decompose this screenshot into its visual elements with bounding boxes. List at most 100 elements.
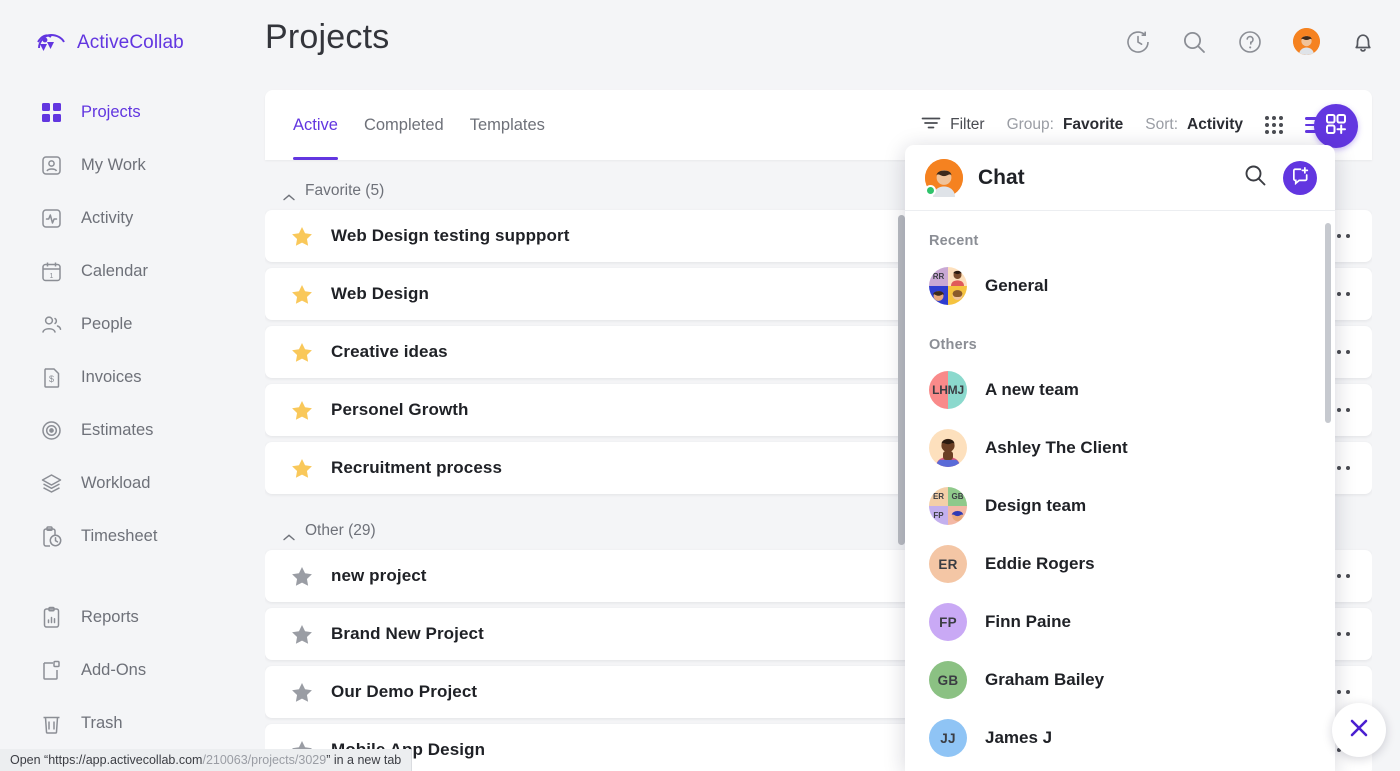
close-chat-button[interactable] [1332,703,1386,757]
chat-panel: Chat Recent [905,145,1335,771]
tab-active[interactable]: Active [293,90,338,160]
avatar: ER [929,545,967,583]
activecollab-logo-icon [36,30,66,56]
list-item[interactable]: ER GB FP Design team [905,477,1335,535]
search-icon[interactable] [1243,163,1267,192]
star-icon[interactable] [291,284,313,305]
filter-button[interactable]: Filter [921,116,984,135]
avatar-quadrant [948,286,967,305]
project-name: Our Demo Project [331,682,477,702]
group-value: Favorite [1063,116,1123,134]
sidebar-item-timesheet[interactable]: Timesheet [0,510,265,563]
star-icon[interactable] [291,400,313,421]
help-icon[interactable] [1237,29,1263,55]
project-name: Recruitment process [331,458,502,478]
sidebar-item-estimates[interactable]: Estimates [0,404,265,457]
sidebar-item-label: Projects [81,103,141,122]
projects-tabs: Active Completed Templates [265,90,545,160]
list-item[interactable]: JJ James J [905,709,1335,767]
pulse-icon [40,207,63,230]
status-prefix: Open “https://app.activecollab.com [10,753,202,767]
group-label: Group: [1007,116,1054,134]
tab-completed[interactable]: Completed [364,90,444,160]
brand-name: ActiveCollab [77,32,184,54]
chat-list[interactable]: Recent RR [905,211,1335,771]
star-icon[interactable] [291,682,313,703]
star-icon[interactable] [291,458,313,479]
avatar-quadrant [948,506,967,525]
new-project-button[interactable] [1314,104,1358,148]
avatar-quadrant: FP [929,506,948,525]
person-box-icon [40,154,63,177]
avatar: JJ [929,719,967,757]
project-name: Personel Growth [331,400,469,420]
group-button[interactable]: Group: Favorite [1007,116,1124,134]
sort-label: Sort: [1145,116,1178,134]
chat-item-label: Eddie Rogers [985,554,1095,574]
svg-text:$: $ [49,374,54,384]
toolbar-controls: Filter Group: Favorite Sort: Activity [921,108,1372,142]
list-item[interactable]: GB Graham Bailey [905,651,1335,709]
avatar-quadrant: GB [948,487,967,506]
projects-scrollbar[interactable] [898,215,905,545]
star-icon[interactable] [291,566,313,587]
star-icon[interactable] [291,342,313,363]
sidebar-item-label: Estimates [81,421,153,440]
search-icon[interactable] [1181,29,1207,55]
new-message-button[interactable] [1283,161,1317,195]
sidebar-item-reports[interactable]: Reports [0,591,265,644]
star-icon[interactable] [291,624,313,645]
people-icon [40,313,63,336]
current-user-avatar[interactable] [925,159,963,197]
tab-templates[interactable]: Templates [470,90,545,160]
calendar-icon: 1 [40,260,63,283]
timer-icon[interactable] [1125,29,1151,55]
sidebar-item-projects[interactable]: Projects [0,86,265,139]
list-item[interactable]: LHMJ A new team [905,361,1335,419]
sidebar-item-workload[interactable]: Workload [0,457,265,510]
app-root: ActiveCollab Projects [0,0,1400,771]
chat-scrollbar[interactable] [1325,223,1331,423]
sidebar-divider [0,563,265,591]
chevron-up-icon [283,188,295,195]
list-item[interactable]: ER Eddie Rogers [905,535,1335,593]
sidebar-item-label: Timesheet [81,527,157,546]
list-item[interactable]: RR [905,257,1335,315]
sidebar-item-calendar[interactable]: 1 Calendar [0,245,265,298]
invoice-icon: $ [40,366,63,389]
sidebar-item-label: Add-Ons [81,661,146,680]
sidebar-item-people[interactable]: People [0,298,265,351]
project-name: Web Design testing suppport [331,226,570,246]
sidebar-nav: Projects My Work [0,86,265,750]
avatar-quadrant [929,286,948,305]
tab-label: Templates [470,116,545,135]
sidebar-item-my-work[interactable]: My Work [0,139,265,192]
project-name: Web Design [331,284,429,304]
new-message-icon [1291,166,1310,190]
layers-icon [40,472,63,495]
sidebar-item-label: Trash [81,714,123,733]
list-item[interactable]: FP Finn Paine [905,593,1335,651]
sidebar-item-add-ons[interactable]: Add-Ons [0,644,265,697]
avatar [929,429,967,467]
filter-icon [921,116,941,135]
svg-text:1: 1 [50,273,54,280]
avatar[interactable] [1293,28,1320,55]
avatar: ER GB FP [929,487,967,525]
chat-item-label: James J [985,728,1052,748]
sidebar-item-trash[interactable]: Trash [0,697,265,750]
bell-icon[interactable] [1350,29,1376,55]
sidebar-item-invoices[interactable]: $ Invoices [0,351,265,404]
sidebar-item-activity[interactable]: Activity [0,192,265,245]
avatar: LHMJ [929,371,967,409]
browser-status-bar: Open “https://app.activecollab.com/21006… [0,749,412,771]
status-path: /210063/projects/3029 [202,753,326,767]
star-icon[interactable] [291,226,313,247]
grid-view-icon[interactable] [1265,116,1283,134]
brand[interactable]: ActiveCollab [0,0,265,56]
sort-button[interactable]: Sort: Activity [1145,116,1243,134]
status-suffix: ” in a new tab [326,753,401,767]
avatar-initials: GB [929,661,967,699]
list-item[interactable]: Ashley The Client [905,419,1335,477]
chat-item-label: A new team [985,380,1079,400]
